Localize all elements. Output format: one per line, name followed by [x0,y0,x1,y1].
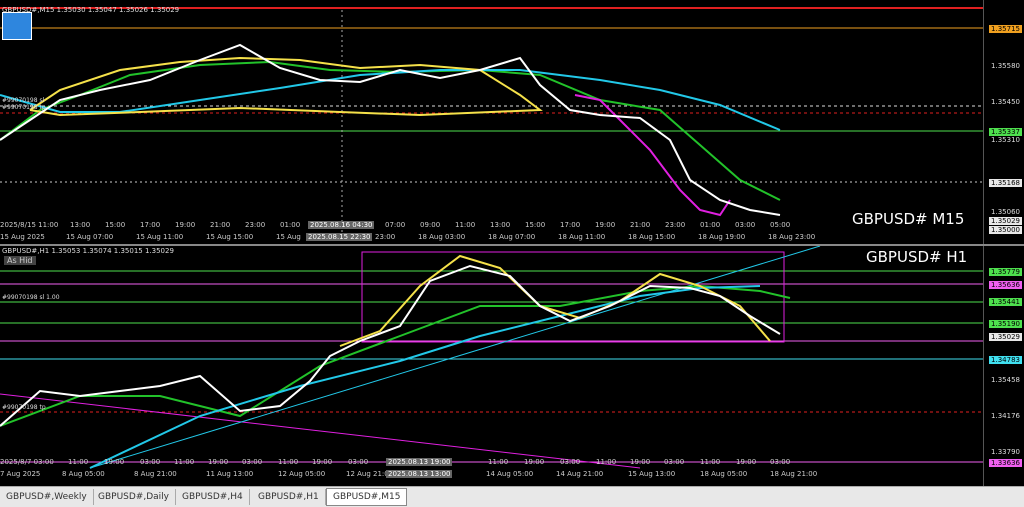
trendline [0,393,641,469]
h1-plot[interactable] [0,246,984,486]
tab-h1[interactable]: GBPUSD#,H1 [252,489,326,505]
tab-daily[interactable]: GBPUSD#,Daily [92,489,176,505]
h1-header: GBPUSD#,H1 1.35053 1.35074 1.35015 1.350… [2,247,174,255]
ma-green [0,284,791,427]
m15-header: GBPUSD#,M15 1.35030 1.35047 1.35026 1.35… [2,6,180,14]
price-badge: 1.35779 [989,268,1022,276]
chart-pane-h1[interactable]: GBPUSD#,H1 1.35053 1.35074 1.35015 1.350… [0,246,1024,486]
price-badge: 1.35168 [989,179,1022,187]
price-badge: 1.34783 [989,356,1022,364]
ma-cyan [0,69,781,131]
price-badge: 1.35441 [989,298,1022,306]
tab-m15[interactable]: GBPUSD#,M15 [326,488,408,506]
price-badge: 1.35029 [989,217,1022,225]
price-badge: 1.35337 [989,128,1022,136]
price-badge: 1.35029 [989,333,1022,341]
m15-plot[interactable] [0,0,984,244]
time-axis-m15: 2025/8/15 11:00 13:00 15:00 17:00 19:00 … [0,221,791,229]
price-badge: 1.33636 [989,459,1022,467]
chart-pane-m15[interactable]: GBPUSD#,M15 1.35030 1.35047 1.35026 1.35… [0,0,1024,244]
ma-yellow [339,254,771,347]
tab-h4[interactable]: GBPUSD#,H4 [176,489,250,505]
price-axis-m15[interactable]: 1.35580 1.35450 1.35310 1.35060 1.35715 … [983,0,1024,244]
time-axis-h1-row2: 7 Aug 2025 8 Aug 05:00 8 Aug 21:00 11 Au… [0,470,818,478]
chart-tabs: GBPUSD#,Weekly GBPUSD#,Daily GBPUSD#,H4 … [0,486,1024,507]
sl-label: #99070198 sl [2,97,45,104]
price-badge: 1.35636 [989,281,1022,289]
price-badge: 1.35715 [989,25,1022,33]
price-badge: 1.35190 [989,320,1022,328]
price-axis-h1[interactable]: 1.35458 1.34176 1.33790 1.35779 1.35636 … [983,246,1024,486]
price-badge: 1.35000 [989,226,1022,234]
time-axis-h1: 2025/8/7 03:00 11:00 19:00 03:00 11:00 1… [0,458,791,466]
ma-cyan [89,285,761,469]
tp-label-h1: #99070198 tp [2,404,46,411]
tp-label: #99070198 tp [2,104,46,111]
as-hidden-label[interactable]: As Hid [4,256,36,265]
h1-title: GBPUSD# H1 [866,248,968,266]
ma-magenta [574,94,731,217]
sl-label-h1: #99070198 sl 1.00 [2,294,60,301]
trendline [89,246,821,469]
tab-weekly[interactable]: GBPUSD#,Weekly [0,489,94,505]
expert-icon[interactable] [2,12,32,40]
